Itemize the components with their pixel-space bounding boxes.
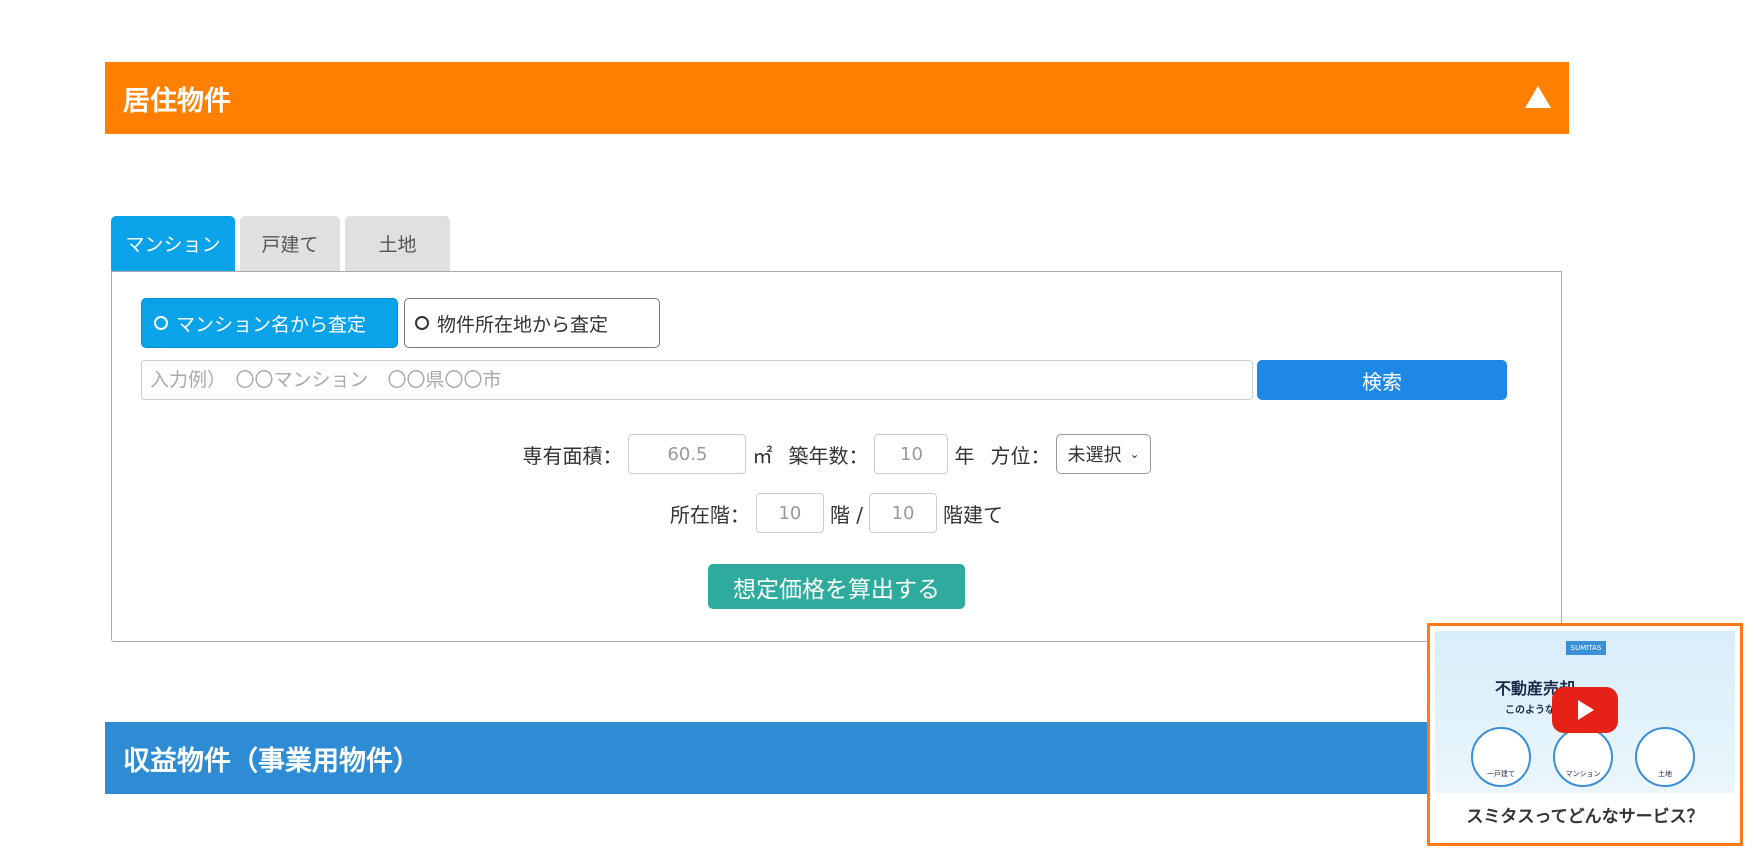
age-value: 10 — [900, 443, 923, 465]
total-floors-value: 10 — [891, 502, 915, 524]
property-type-tabs: マンション 戸建て 土地 — [111, 216, 455, 271]
video-thumbnail[interactable]: SUMITAS 不動産売却 このような 一戸建て マンション 土地 — [1435, 631, 1735, 793]
mode-by-name-label: マンション名から査定 — [176, 313, 367, 336]
tab-house[interactable]: 戸建て — [240, 216, 340, 271]
search-button[interactable]: 検索 — [1257, 360, 1507, 400]
floor-unit: 階 / — [829, 502, 864, 527]
residential-section-header[interactable]: 居住物件 — [105, 62, 1569, 134]
mode-by-location-label: 物件所在地から査定 — [437, 313, 609, 336]
total-floors-input[interactable]: 10 — [869, 493, 938, 533]
video-subline: このような — [1505, 705, 1555, 716]
tab-land[interactable]: 土地 — [345, 216, 450, 271]
play-icon[interactable] — [1552, 687, 1618, 733]
area-input[interactable]: 60.5 — [628, 434, 747, 474]
collapse-triangle-icon[interactable] — [1525, 86, 1551, 108]
age-label: 築年数： — [788, 443, 869, 468]
radio-icon — [415, 316, 429, 330]
video-caption: スミタスってどんなサービス？ — [1466, 807, 1704, 827]
age-input[interactable]: 10 — [874, 434, 949, 474]
video-brand-badge: SUMITAS — [1566, 641, 1606, 655]
house-icon: 一戸建て — [1471, 727, 1531, 787]
floor-input[interactable]: 10 — [755, 493, 824, 533]
calculate-price-button[interactable]: 想定価格を算出する — [708, 564, 965, 609]
chevron-down-icon: ⌄ — [1129, 447, 1140, 461]
floor-label: 所在階： — [669, 502, 750, 527]
search-input[interactable] — [141, 360, 1253, 400]
area-value: 60.5 — [667, 443, 708, 465]
mode-by-location-radio[interactable]: 物件所在地から査定 — [404, 298, 660, 348]
mode-by-name-radio[interactable]: マンション名から査定 — [141, 298, 398, 348]
direction-selected-value: 未選択 — [1067, 445, 1122, 466]
property-details-row: 専有面積： 60.5 ㎡ 築年数： 10 年 方位： 未選択 ⌄ — [112, 434, 1561, 474]
tab-mansion[interactable]: マンション — [111, 216, 235, 271]
income-section-title: 収益物件（事業用物件） — [123, 745, 420, 777]
income-section-header[interactable]: 収益物件（事業用物件） — [105, 722, 1569, 794]
direction-label: 方位： — [990, 443, 1051, 468]
floor-row: 所在階： 10 階 / 10 階建て — [112, 493, 1561, 533]
land-icon: 土地 — [1635, 727, 1695, 787]
area-label: 専有面積： — [522, 443, 623, 468]
building-icon: マンション — [1553, 727, 1613, 787]
video-widget[interactable]: SUMITAS 不動産売却 このような 一戸建て マンション 土地 スミタスって… — [1427, 623, 1743, 846]
radio-icon — [154, 316, 168, 330]
direction-select[interactable]: 未選択 ⌄ — [1056, 434, 1151, 474]
residential-section-title: 居住物件 — [123, 85, 231, 117]
area-unit: ㎡ — [752, 443, 773, 468]
floor-value: 10 — [778, 502, 802, 524]
total-floors-unit: 階建て — [943, 502, 1004, 527]
age-unit: 年 — [954, 443, 975, 468]
appraisal-form-panel: マンション名から査定 物件所在地から査定 検索 専有面積： 60.5 ㎡ 築年数… — [111, 271, 1562, 642]
